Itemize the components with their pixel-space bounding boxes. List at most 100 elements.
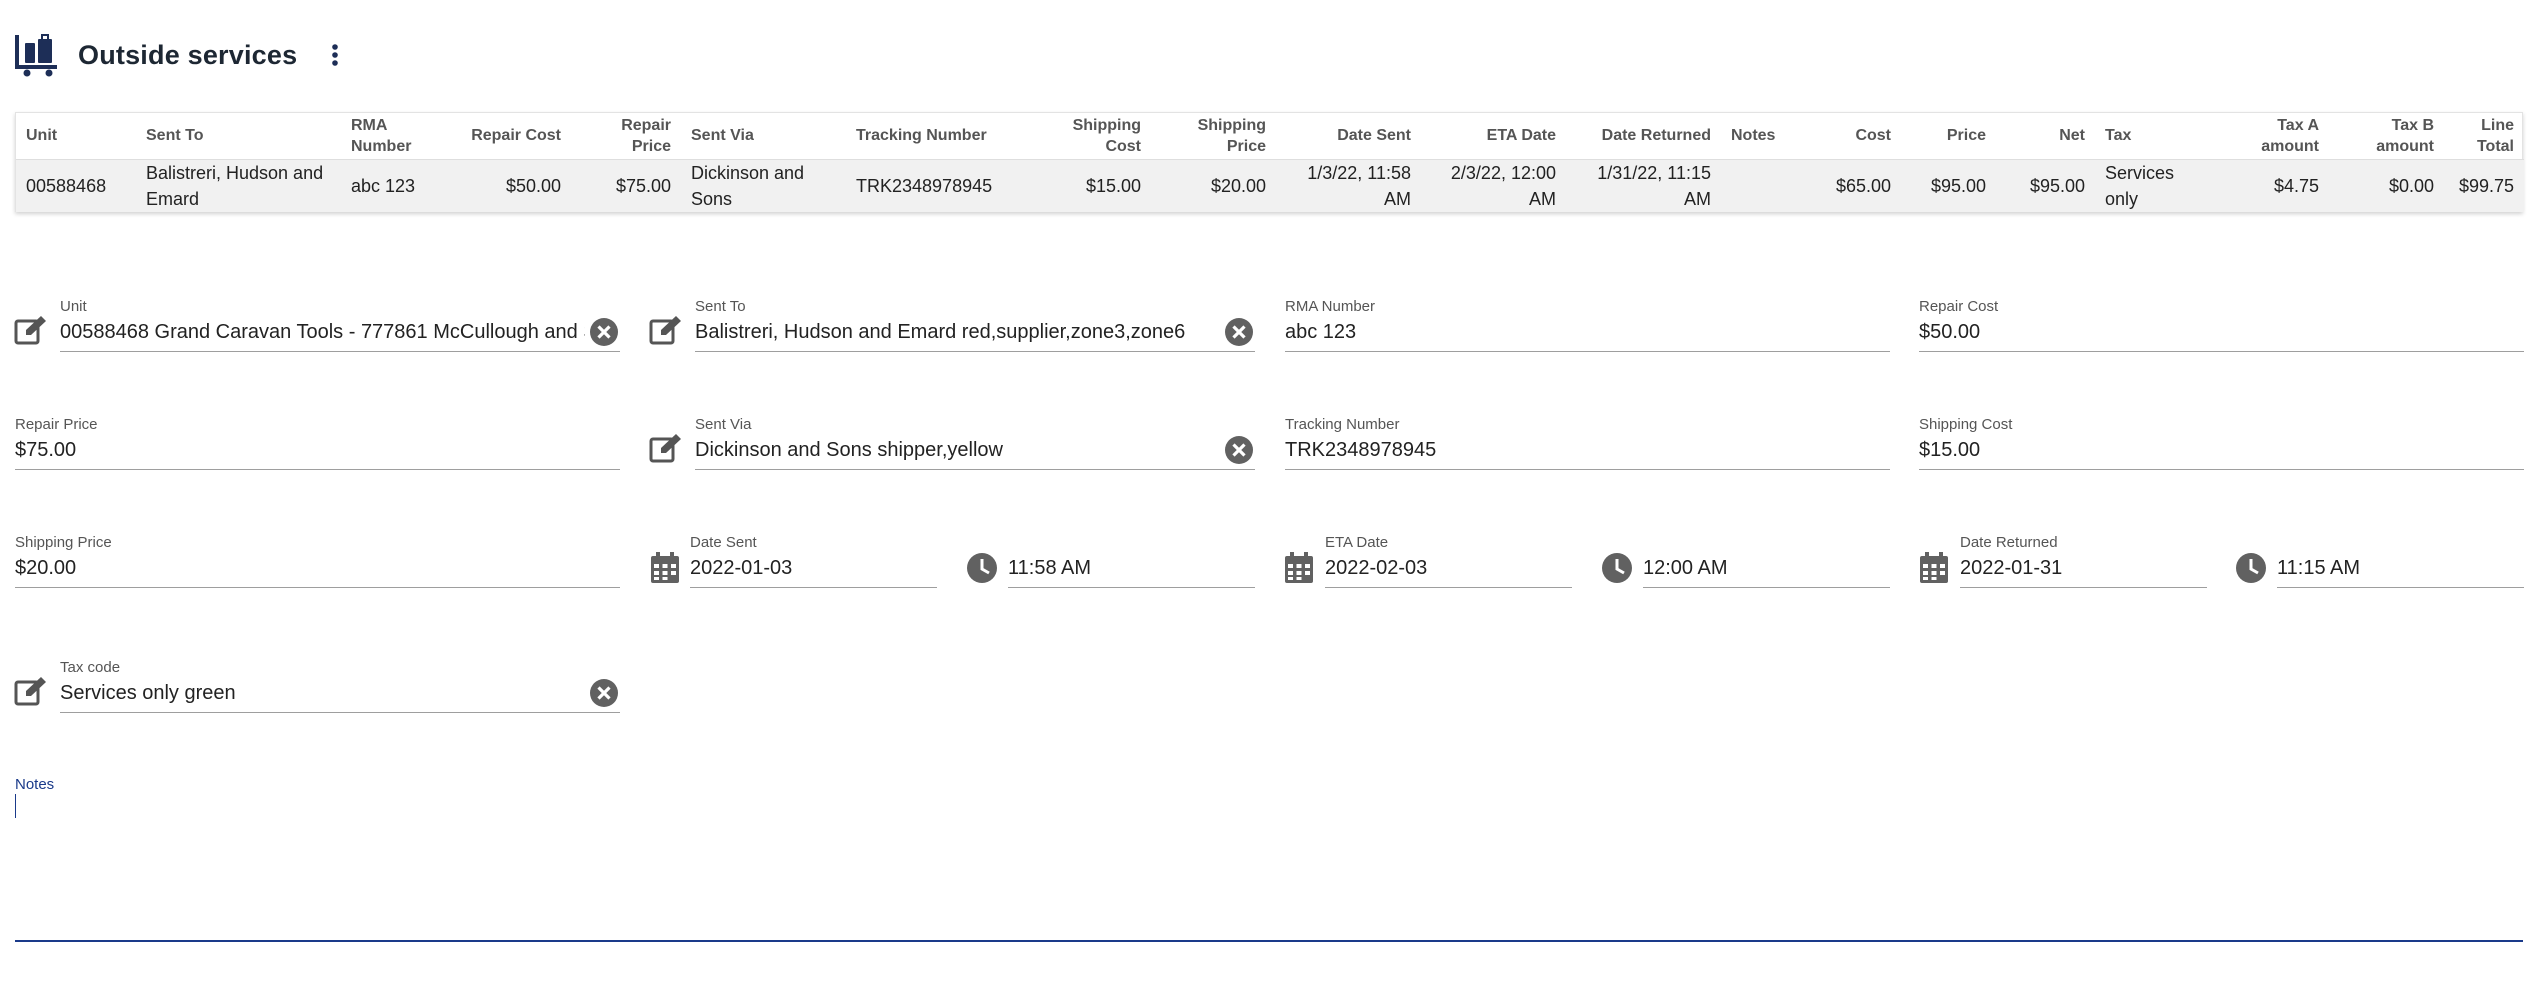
calendar-icon[interactable] [646,549,684,587]
tax-code-value[interactable]: Services only green [60,681,585,705]
edit-icon[interactable] [12,312,50,350]
date-returned-time-underline [2277,587,2524,588]
shipping-price-field[interactable]: Shipping Price $20.00 [15,534,620,588]
rma-number-value[interactable]: abc 123 [1285,320,1890,344]
table-cell: $4.75 [2219,159,2329,212]
column-header[interactable]: Notes [1721,113,1806,160]
table-cell: 1/31/22, 11:15 AM [1566,159,1721,212]
clock-icon[interactable] [2232,549,2270,587]
column-header[interactable]: Line Total [2444,113,2524,160]
date-sent-underline [690,587,937,588]
table-cell: $0.00 [2329,159,2444,212]
table-cell: 00588468 [16,159,136,212]
repair-price-field[interactable]: Repair Price $75.00 [15,416,620,470]
notes-textarea[interactable] [15,794,2523,942]
table-cell: 2/3/22, 12:00 AM [1421,159,1566,212]
sent-via-underline [695,469,1255,470]
column-header[interactable]: Tax B amount [2329,113,2444,160]
column-header[interactable]: Date Sent [1276,113,1421,160]
column-header[interactable]: Tax A amount [2219,113,2329,160]
repair-price-underline [15,469,620,470]
tax-code-field[interactable]: Tax code Services only green [60,659,620,713]
clock-icon[interactable] [963,549,1001,587]
column-header[interactable]: ETA Date [1421,113,1566,160]
date-sent-field[interactable]: Date Sent 2022-01-03 [690,534,937,588]
column-header[interactable]: Sent To [136,113,341,160]
sent-to-clear-icon[interactable] [1223,316,1255,348]
sent-to-value[interactable]: Balistreri, Hudson and Emard red,supplie… [695,320,1220,344]
sent-via-label: Sent Via [695,416,752,433]
edit-icon[interactable] [647,312,685,350]
table-row[interactable]: 00588468 Balistreri, Hudson and Emard abc … [16,159,2524,212]
date-returned-field[interactable]: Date Returned 2022-01-31 [1960,534,2207,588]
repair-price-value[interactable]: $75.00 [15,438,620,462]
notes-label: Notes [15,776,55,793]
rma-number-field[interactable]: RMA Number abc 123 [1285,298,1890,352]
shipping-cost-value[interactable]: $15.00 [1919,438,2524,462]
eta-time-field[interactable]: 12:00 AM [1643,534,1890,588]
column-header[interactable]: Repair Cost [461,113,571,160]
date-returned-time-field[interactable]: 11:15 AM [2277,534,2524,588]
edit-icon[interactable] [647,430,685,468]
repair-cost-field[interactable]: Repair Cost $50.00 [1919,298,2524,352]
eta-date-field[interactable]: ETA Date 2022-02-03 [1325,534,1572,588]
table-cell [1721,159,1806,212]
date-returned-value[interactable]: 2022-01-31 [1960,556,2207,580]
date-returned-time-value[interactable]: 11:15 AM [2277,556,2524,580]
repair-cost-value[interactable]: $50.00 [1919,320,2524,344]
column-header[interactable]: Tax [2095,113,2219,160]
more-vert-icon[interactable] [315,35,355,75]
sent-via-value[interactable]: Dickinson and Sons shipper,yellow [695,438,1220,462]
table-cell: $95.00 [1996,159,2095,212]
unit-field[interactable]: Unit 00588468 Grand Caravan Tools - 7778… [60,298,620,352]
date-returned-underline [1960,587,2207,588]
sent-to-label: Sent To [695,298,746,315]
tracking-number-value[interactable]: TRK2348978945 [1285,438,1890,462]
shipping-cost-label: Shipping Cost [1919,416,2013,433]
column-header[interactable]: Shipping Cost [1031,113,1151,160]
table-cell: $20.00 [1151,159,1276,212]
column-header[interactable]: Cost [1806,113,1901,160]
sent-via-field[interactable]: Sent Via Dickinson and Sons shipper,yell… [695,416,1255,470]
column-header[interactable]: Tracking Number [846,113,1031,160]
unit-clear-icon[interactable] [588,316,620,348]
shipping-price-underline [15,587,620,588]
table-cell: 1/3/22, 11:58 AM [1276,159,1421,212]
date-sent-label: Date Sent [690,534,757,551]
tax-code-clear-icon[interactable] [588,677,620,709]
table-cell: $65.00 [1806,159,1901,212]
date-returned-label: Date Returned [1960,534,2058,551]
eta-date-value[interactable]: 2022-02-03 [1325,556,1572,580]
date-sent-time-underline [1008,587,1255,588]
eta-time-value[interactable]: 12:00 AM [1643,556,1890,580]
calendar-icon[interactable] [1280,549,1318,587]
column-header[interactable]: Shipping Price [1151,113,1276,160]
date-sent-time-field[interactable]: 11:58 AM [1008,534,1255,588]
table-cell: $15.00 [1031,159,1151,212]
unit-value[interactable]: 00588468 Grand Caravan Tools - 777861 Mc… [60,320,585,344]
column-header[interactable]: Unit [16,113,136,160]
table-cell: abc 123 [341,159,461,212]
column-header[interactable]: Sent Via [681,113,846,160]
clock-icon[interactable] [1598,549,1636,587]
date-sent-time-value[interactable]: 11:58 AM [1008,556,1255,580]
column-header[interactable]: Date Returned [1566,113,1721,160]
shipping-price-value[interactable]: $20.00 [15,556,620,580]
repair-price-label: Repair Price [15,416,98,433]
table-cell: $75.00 [571,159,681,212]
shipping-cost-field[interactable]: Shipping Cost $15.00 [1919,416,2524,470]
date-sent-value[interactable]: 2022-01-03 [690,556,937,580]
repair-cost-label: Repair Cost [1919,298,1999,315]
shipping-cost-underline [1919,469,2524,470]
column-header[interactable]: Price [1901,113,1996,160]
column-header[interactable]: Net [1996,113,2095,160]
column-header[interactable]: RMA Number [341,113,461,160]
cart-dolly-icon [14,31,62,79]
eta-date-label: ETA Date [1325,534,1389,551]
sent-to-field[interactable]: Sent To Balistreri, Hudson and Emard red… [695,298,1255,352]
calendar-icon[interactable] [1915,549,1953,587]
sent-via-clear-icon[interactable] [1223,434,1255,466]
edit-icon[interactable] [12,673,50,711]
column-header[interactable]: Repair Price [571,113,681,160]
tracking-number-field[interactable]: Tracking Number TRK2348978945 [1285,416,1890,470]
